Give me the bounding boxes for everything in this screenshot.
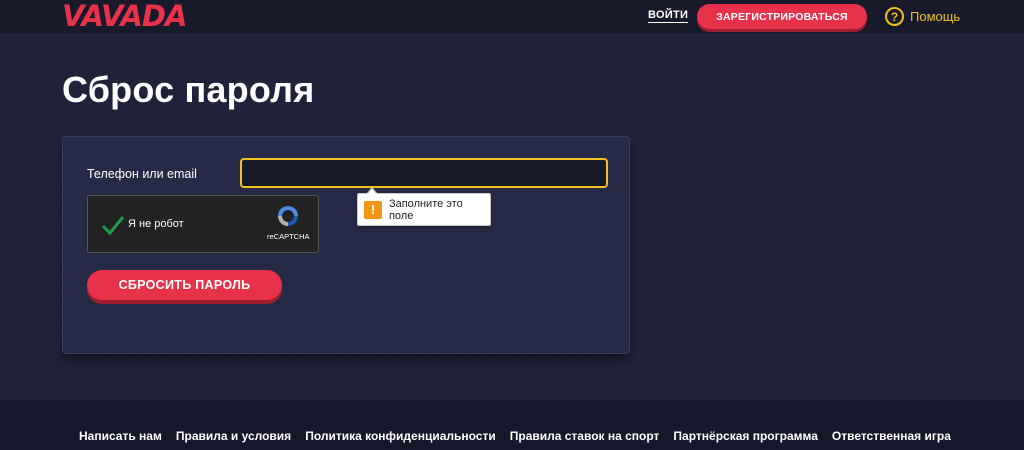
footer-link-contact[interactable]: Написать нам bbox=[79, 429, 162, 443]
footer: Написать нам Правила и условия Политика … bbox=[0, 400, 1024, 450]
footer-link-terms[interactable]: Правила и условия bbox=[176, 429, 291, 443]
reset-password-button[interactable]: СБРОСИТЬ ПАРОЛЬ bbox=[87, 270, 282, 300]
register-button[interactable]: ЗАРЕГИСТРИРОВАТЬСЯ bbox=[697, 4, 867, 29]
phone-email-input[interactable] bbox=[240, 158, 608, 188]
captcha-label: Я не робот bbox=[128, 218, 184, 230]
captcha-brand: reCAPTCHA bbox=[267, 232, 310, 241]
reset-password-form: Телефон или email ! Заполните это поле Я… bbox=[62, 136, 630, 354]
page-title: Сброс пароля bbox=[62, 69, 315, 110]
help-icon: ? bbox=[885, 7, 904, 26]
warning-icon: ! bbox=[364, 200, 382, 219]
phone-email-label: Телефон или email bbox=[87, 167, 197, 181]
footer-link-privacy[interactable]: Политика конфиденциальности bbox=[305, 429, 496, 443]
recaptcha-icon bbox=[278, 206, 298, 226]
footer-link-responsible-gaming[interactable]: Ответственная игра bbox=[832, 429, 951, 443]
validation-message: Заполните это поле bbox=[388, 197, 463, 222]
help-label: Помощь bbox=[910, 9, 961, 24]
footer-link-sports-rules[interactable]: Правила ставок на спорт bbox=[510, 429, 660, 443]
login-link[interactable]: ВОЙТИ bbox=[648, 9, 689, 23]
check-icon[interactable] bbox=[100, 212, 126, 238]
top-header: VAVADA ВОЙТИ ЗАРЕГИСТРИРОВАТЬСЯ ? Помощь bbox=[0, 0, 1024, 33]
vavada-logo[interactable]: VAVADA bbox=[62, 2, 187, 31]
help-link[interactable]: ? Помощь bbox=[885, 7, 960, 26]
validation-tooltip: ! Заполните это поле bbox=[357, 187, 491, 226]
footer-links: Написать нам Правила и условия Политика … bbox=[79, 429, 965, 443]
footer-link-partners[interactable]: Партнёрская программа bbox=[673, 429, 817, 443]
main-content: Сброс пароля Телефон или email ! Заполни… bbox=[0, 33, 1024, 400]
recaptcha-widget: Я не робот reCAPTCHA bbox=[87, 195, 319, 253]
